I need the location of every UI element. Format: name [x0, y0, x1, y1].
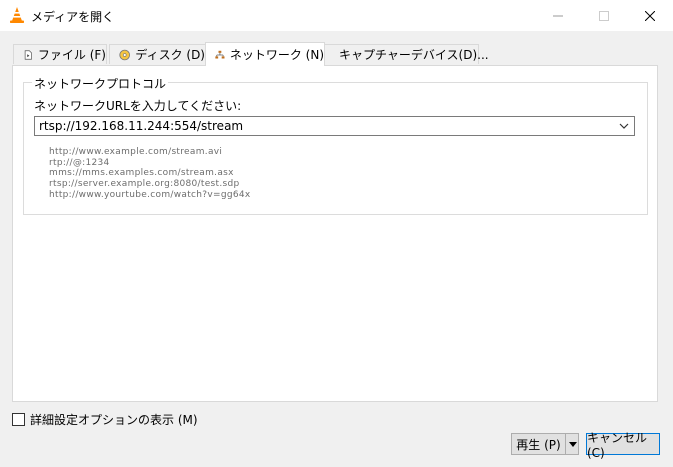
tab-disc-label: ディスク (D)	[135, 48, 205, 62]
url-example: http://www.example.com/stream.avi	[49, 147, 223, 157]
network-url-label: ネットワークURLを入力してください:	[34, 99, 242, 113]
tab-capture-device[interactable]: キャプチャーデバイス(D)...	[324, 44, 489, 64]
tab-network[interactable]: ネットワーク (N)	[205, 42, 325, 66]
play-dropdown-button[interactable]	[565, 434, 579, 454]
tab-disc[interactable]: ディスク (D)	[109, 44, 206, 64]
network-url-input[interactable]: rtsp://192.168.11.244:554/stream	[39, 119, 243, 133]
network-url-combobox[interactable]: rtsp://192.168.11.244:554/stream	[34, 116, 635, 136]
url-example: http://www.yourtube.com/watch?v=gg64x	[49, 189, 251, 200]
window-title: メディアを開く	[31, 10, 115, 24]
file-icon	[24, 49, 32, 60]
minimize-button[interactable]	[535, 0, 581, 31]
vlc-cone-icon	[10, 7, 24, 23]
url-examples: http://www.example.com/stream.avi rtp://…	[49, 147, 251, 201]
play-button-main[interactable]: 再生 (P)	[512, 434, 565, 454]
advanced-options-toggle[interactable]: 詳細設定オプションの表示 (M)	[12, 411, 198, 428]
minimize-icon	[553, 15, 563, 16]
network-icon	[215, 50, 225, 59]
advanced-options-label: 詳細設定オプションの表示 (M)	[30, 413, 198, 427]
close-icon	[645, 10, 655, 21]
tab-file[interactable]: ファイル (F)	[13, 44, 107, 64]
close-button[interactable]	[627, 0, 673, 31]
url-example: mms://mms.examples.com/stream.asx	[49, 168, 234, 179]
cancel-button[interactable]: キャンセル (C)	[586, 431, 660, 460]
tab-file-label: ファイル (F)	[37, 48, 106, 62]
maximize-icon	[599, 10, 609, 21]
chevron-down-icon[interactable]	[618, 120, 630, 132]
maximize-button[interactable]	[581, 0, 627, 31]
title-bar: メディアを開く	[0, 0, 673, 32]
url-example: rtsp://server.example.org:8080/test.sdp	[49, 179, 240, 190]
url-example: rtp://@:1234	[49, 157, 110, 168]
tab-network-label: ネットワーク (N)	[229, 48, 324, 62]
network-protocol-group-title: ネットワークプロトコル	[32, 75, 169, 92]
disc-icon	[119, 49, 130, 60]
advanced-options-checkbox[interactable]	[12, 413, 25, 426]
dropdown-arrow-icon	[568, 441, 577, 447]
tab-capture-device-label: キャプチャーデバイス(D)...	[339, 48, 489, 62]
play-button[interactable]: 再生 (P)	[511, 433, 579, 455]
